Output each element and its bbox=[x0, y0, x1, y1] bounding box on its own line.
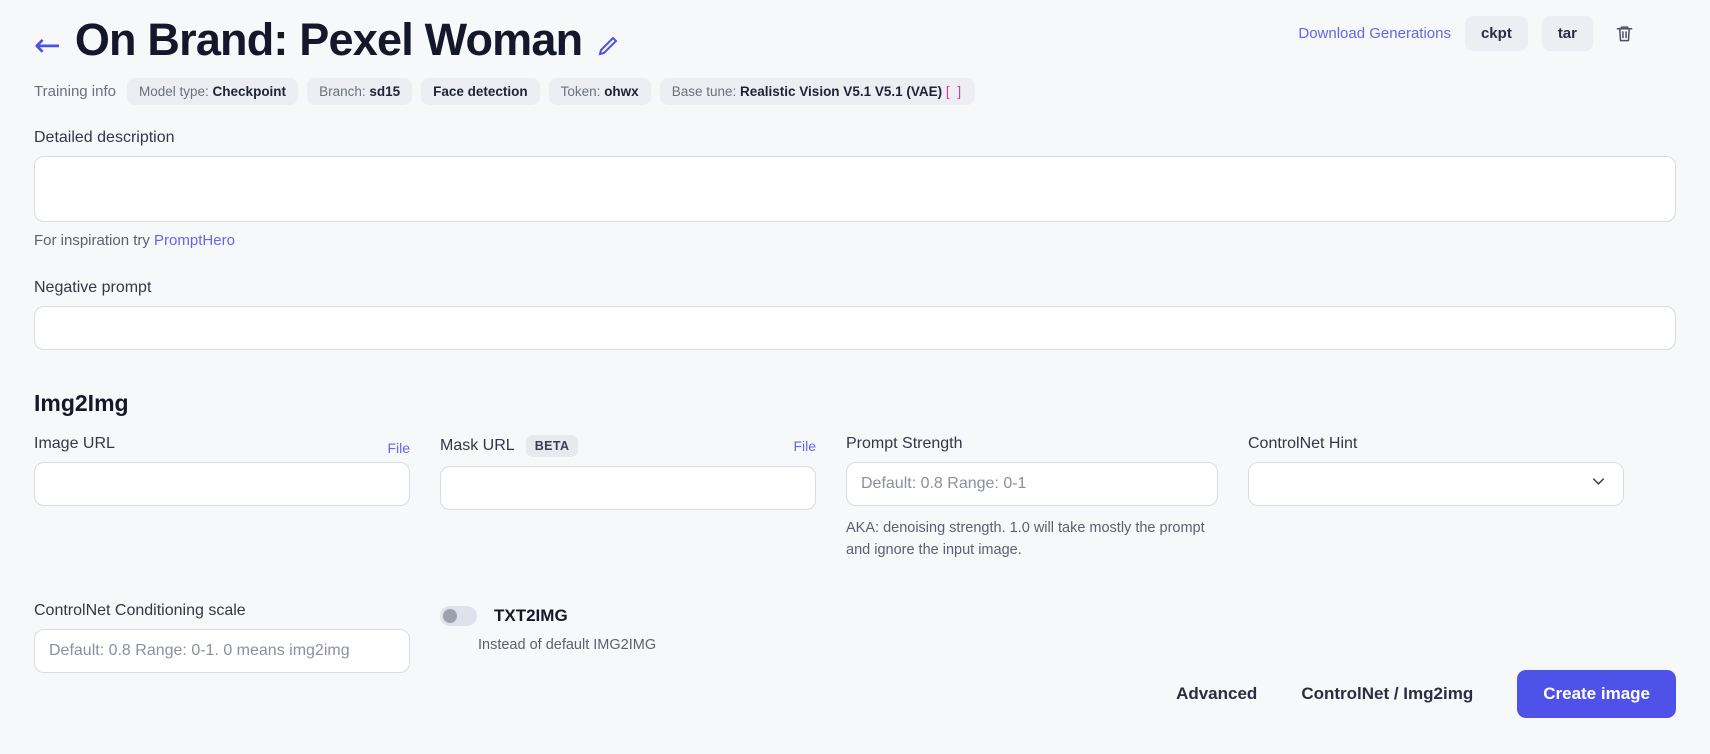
txt2img-toggle-field: TXT2IMG Instead of default IMG2IMG bbox=[440, 602, 940, 653]
negative-prompt-section: Negative prompt bbox=[34, 279, 1676, 350]
negative-prompt-label: Negative prompt bbox=[34, 279, 1676, 297]
badge-model-type-value: Checkpoint bbox=[213, 84, 287, 99]
badge-token-key: Token: bbox=[561, 84, 605, 99]
create-image-button[interactable]: Create image bbox=[1517, 670, 1676, 718]
inspiration-text: For inspiration try bbox=[34, 232, 154, 249]
controlnet-hint-label: ControlNet Hint bbox=[1248, 435, 1624, 453]
title-block: ← On Brand: Pexel Woman bbox=[34, 14, 620, 66]
badge-branch-value: sd15 bbox=[369, 84, 400, 99]
prompt-strength-label: Prompt Strength bbox=[846, 435, 1218, 453]
badge-base-tune-bracket: [ ] bbox=[946, 84, 963, 99]
prompthero-link[interactable]: PromptHero bbox=[154, 232, 235, 249]
badge-base-tune-key: Base tune: bbox=[672, 84, 740, 99]
detailed-description-helper: For inspiration try PromptHero bbox=[34, 232, 1676, 249]
tar-button[interactable]: tar bbox=[1542, 16, 1593, 51]
controlnet-hint-field: ControlNet Hint bbox=[1248, 435, 1624, 506]
page-title: On Brand: Pexel Woman bbox=[75, 14, 582, 66]
txt2img-helper: Instead of default IMG2IMG bbox=[478, 637, 940, 653]
mask-url-file-link[interactable]: File bbox=[793, 438, 816, 454]
image-url-label: Image URL bbox=[34, 435, 115, 453]
badge-face-detection-value: Face detection bbox=[433, 84, 528, 99]
footer-actions: Advanced ControlNet / Img2img Create ima… bbox=[1154, 670, 1676, 718]
badge-model-type-key: Model type: bbox=[139, 84, 213, 99]
detailed-description-label: Detailed description bbox=[34, 129, 1676, 147]
image-url-file-link[interactable]: File bbox=[387, 440, 410, 456]
download-generations-link[interactable]: Download Generations bbox=[1298, 25, 1451, 42]
training-info-row: Training info Model type: Checkpoint Bra… bbox=[34, 78, 1676, 105]
mask-url-input[interactable] bbox=[440, 466, 816, 510]
img2img-heading: Img2Img bbox=[34, 390, 1676, 417]
badge-base-tune-value: Realistic Vision V5.1 V5.1 (VAE) bbox=[740, 84, 942, 99]
txt2img-toggle[interactable] bbox=[440, 606, 477, 626]
img2img-fields-row: Image URL File Mask URL BETA File Prompt… bbox=[34, 435, 1676, 562]
pencil-icon[interactable] bbox=[596, 34, 620, 58]
page-header: ← On Brand: Pexel Woman Download Generat… bbox=[34, 0, 1676, 66]
txt2img-toggle-knob bbox=[443, 609, 457, 623]
image-url-input[interactable] bbox=[34, 462, 410, 506]
badge-branch: Branch: sd15 bbox=[307, 78, 412, 105]
controlnet-hint-select[interactable] bbox=[1248, 462, 1624, 506]
conditioning-scale-label: ControlNet Conditioning scale bbox=[34, 602, 410, 620]
controlnet-img2img-button[interactable]: ControlNet / Img2img bbox=[1279, 672, 1495, 716]
badge-branch-key: Branch: bbox=[319, 84, 369, 99]
model-detail-page: ← On Brand: Pexel Woman Download Generat… bbox=[0, 0, 1710, 754]
trash-icon[interactable] bbox=[1607, 17, 1642, 50]
image-url-field: Image URL File bbox=[34, 435, 410, 506]
badge-base-tune: Base tune: Realistic Vision V5.1 V5.1 (V… bbox=[660, 78, 975, 105]
img2img-options-row: ControlNet Conditioning scale TXT2IMG In… bbox=[34, 602, 1676, 673]
prompt-strength-field: Prompt Strength AKA: denoising strength.… bbox=[846, 435, 1218, 562]
header-actions: Download Generations ckpt tar bbox=[1298, 16, 1642, 51]
badge-model-type: Model type: Checkpoint bbox=[127, 78, 298, 105]
training-info-label: Training info bbox=[34, 83, 116, 100]
detailed-description-section: Detailed description For inspiration try… bbox=[34, 129, 1676, 249]
advanced-button[interactable]: Advanced bbox=[1154, 672, 1279, 716]
badge-face-detection: Face detection bbox=[421, 78, 540, 105]
conditioning-scale-field: ControlNet Conditioning scale bbox=[34, 602, 410, 673]
ckpt-button[interactable]: ckpt bbox=[1465, 16, 1528, 51]
badge-token-value: ohwx bbox=[604, 84, 639, 99]
negative-prompt-input[interactable] bbox=[34, 306, 1676, 350]
conditioning-scale-input[interactable] bbox=[34, 629, 410, 673]
detailed-description-input[interactable] bbox=[34, 156, 1676, 222]
mask-url-label: Mask URL bbox=[440, 437, 515, 455]
mask-url-beta-badge: BETA bbox=[526, 435, 579, 457]
mask-url-field: Mask URL BETA File bbox=[440, 435, 816, 510]
arrow-left-icon[interactable]: ← bbox=[34, 29, 61, 61]
prompt-strength-helper: AKA: denoising strength. 1.0 will take m… bbox=[846, 517, 1218, 562]
txt2img-label: TXT2IMG bbox=[494, 606, 568, 626]
badge-token: Token: ohwx bbox=[549, 78, 651, 105]
prompt-strength-input[interactable] bbox=[846, 462, 1218, 506]
